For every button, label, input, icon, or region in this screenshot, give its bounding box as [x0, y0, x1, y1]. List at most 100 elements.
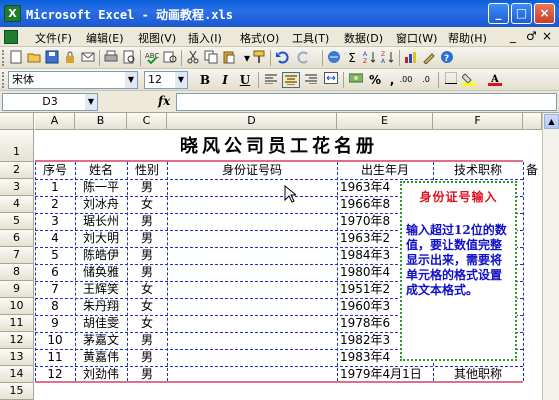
cell-gender[interactable]: 女: [127, 196, 167, 212]
row-header-11[interactable]: 11: [0, 315, 34, 332]
cell-name[interactable]: 储奂雅: [75, 264, 127, 280]
bold-button[interactable]: B: [196, 72, 214, 88]
row-header-8[interactable]: 8: [0, 264, 34, 281]
paste-icon[interactable]: [221, 50, 237, 66]
cell-name[interactable]: 琚长州: [75, 213, 127, 229]
cell-no[interactable]: 6: [35, 264, 75, 280]
cell-gender[interactable]: 男: [127, 230, 167, 246]
new-icon[interactable]: [8, 50, 24, 66]
cell-gender[interactable]: 男: [127, 179, 167, 195]
header-cell-id[interactable]: 身份证号码: [167, 162, 337, 178]
vertical-scrollbar[interactable]: ▲: [542, 113, 559, 400]
borders-icon[interactable]: [442, 72, 460, 88]
header-cell-gender[interactable]: 性别: [127, 162, 167, 178]
align-right-icon[interactable]: [302, 72, 320, 88]
row-header-2[interactable]: 2: [0, 162, 34, 179]
name-box[interactable]: D3 ▼: [2, 93, 98, 111]
close-button[interactable]: ×: [534, 3, 555, 24]
row-header-5[interactable]: 5: [0, 213, 34, 230]
row-header-13[interactable]: 13: [0, 349, 34, 366]
font-name-combo[interactable]: 宋体 ▼: [8, 71, 138, 89]
cell-name[interactable]: 胡佳雯: [75, 315, 127, 331]
cell-id[interactable]: [167, 315, 337, 332]
italic-button[interactable]: I: [216, 72, 234, 88]
row-header-6[interactable]: 6: [0, 230, 34, 247]
chevron-down-icon[interactable]: ▼: [125, 72, 137, 88]
menu-view[interactable]: 视图(V): [138, 30, 176, 46]
cell-no[interactable]: 5: [35, 247, 75, 263]
cell-name[interactable]: 刘大明: [75, 230, 127, 246]
document-icon[interactable]: [4, 30, 18, 44]
doc-close-button[interactable]: ×: [542, 29, 552, 43]
menu-data[interactable]: 数据(D): [344, 30, 383, 46]
percent-button[interactable]: %: [366, 72, 384, 88]
select-all-corner[interactable]: [0, 113, 34, 130]
cell-id[interactable]: [167, 366, 337, 383]
cell-no[interactable]: 10: [35, 332, 75, 348]
open-icon[interactable]: [26, 50, 42, 66]
drawing-icon[interactable]: [421, 50, 437, 66]
row-header-15[interactable]: 15: [0, 383, 34, 400]
doc-restore-button[interactable]: ♂: [526, 29, 537, 43]
cell-name[interactable]: 黄嘉伟: [75, 349, 127, 365]
cell-gender[interactable]: 女: [127, 281, 167, 297]
fill-color-icon[interactable]: [460, 72, 478, 88]
column-header-d[interactable]: D: [167, 113, 337, 130]
cell-id[interactable]: [167, 298, 337, 315]
cell-id[interactable]: [167, 196, 337, 213]
cell-title[interactable]: 其他职称: [433, 366, 523, 382]
doc-minimize-button[interactable]: _: [510, 29, 516, 43]
header-cell-note[interactable]: 备: [526, 162, 542, 178]
header-cell-no[interactable]: 序号: [35, 162, 75, 178]
cell-no[interactable]: 7: [35, 281, 75, 297]
header-cell-birth[interactable]: 出生年月: [337, 162, 433, 178]
font-size-combo[interactable]: 12 ▼: [144, 71, 188, 89]
header-cell-title[interactable]: 技术职称: [433, 162, 523, 178]
menu-edit[interactable]: 编辑(E): [86, 30, 124, 46]
row-header-12[interactable]: 12: [0, 332, 34, 349]
chart-wizard-icon[interactable]: [403, 50, 419, 66]
column-header-g[interactable]: [523, 113, 542, 130]
cell-id[interactable]: [167, 264, 337, 281]
align-left-icon[interactable]: [262, 72, 280, 88]
column-header-e[interactable]: E: [337, 113, 433, 130]
cell-name[interactable]: 刘劲伟: [75, 366, 127, 382]
row-header-7[interactable]: 7: [0, 247, 34, 264]
cell-id[interactable]: [167, 213, 337, 230]
column-header-b[interactable]: B: [75, 113, 127, 130]
cell-gender[interactable]: 男: [127, 213, 167, 229]
row-header-4[interactable]: 4: [0, 196, 34, 213]
menu-tools[interactable]: 工具(T): [292, 30, 329, 46]
email-icon[interactable]: [80, 50, 96, 66]
cell-id[interactable]: [167, 179, 337, 196]
menu-insert[interactable]: 插入(I): [188, 30, 222, 46]
insert-function-icon[interactable]: fx: [158, 94, 170, 108]
sheet-title[interactable]: 晓风公司员工花名册: [35, 131, 523, 162]
cell-name[interactable]: 朱丹翔: [75, 298, 127, 314]
toolbar-grip[interactable]: [2, 72, 5, 88]
row-header-10[interactable]: 10: [0, 298, 34, 315]
cell-id[interactable]: [167, 349, 337, 366]
cell-id[interactable]: [167, 332, 337, 349]
row-header-3[interactable]: 3: [0, 179, 34, 196]
print-icon[interactable]: [103, 50, 119, 66]
spelling-icon[interactable]: ABC: [144, 50, 160, 66]
autosum-icon[interactable]: Σ: [344, 50, 360, 66]
cell-no[interactable]: 12: [35, 366, 75, 382]
cell-no[interactable]: 3: [35, 213, 75, 229]
menu-help[interactable]: 帮助(H): [448, 30, 487, 46]
permission-icon[interactable]: [62, 50, 78, 66]
header-cell-name[interactable]: 姓名: [75, 162, 127, 178]
cell-no[interactable]: 8: [35, 298, 75, 314]
save-icon[interactable]: [44, 50, 60, 66]
print-preview-icon[interactable]: [121, 50, 137, 66]
help-icon[interactable]: ?: [439, 50, 455, 66]
minimize-button[interactable]: _: [488, 3, 509, 24]
cell-no[interactable]: 11: [35, 349, 75, 365]
cell-name[interactable]: 陈皓伊: [75, 247, 127, 263]
row-header-1[interactable]: 1: [0, 130, 34, 162]
worksheet-grid[interactable]: A B C D E F 1 2 3 4 5 6 7 8 9 10 11 12 1…: [0, 113, 559, 400]
cell-no[interactable]: 1: [35, 179, 75, 195]
maximize-button[interactable]: □: [511, 3, 532, 24]
column-header-c[interactable]: C: [127, 113, 167, 130]
